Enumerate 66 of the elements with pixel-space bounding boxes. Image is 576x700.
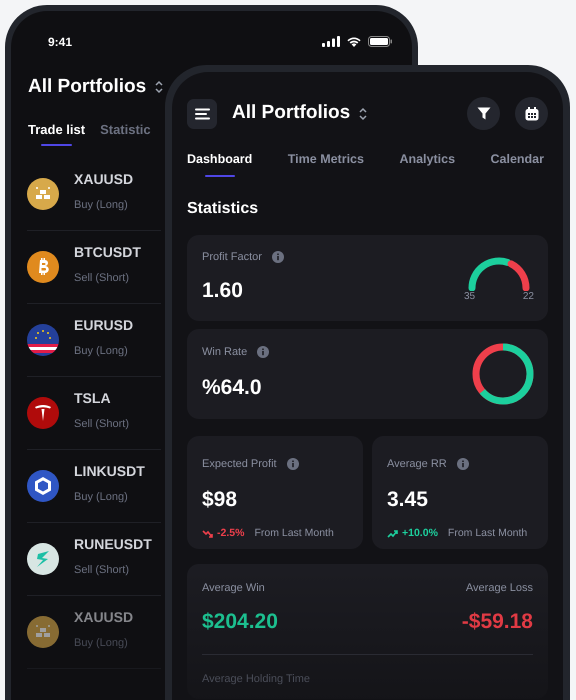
t-logo-icon (27, 397, 59, 429)
tab[interactable]: Statistic (100, 120, 151, 146)
tab[interactable]: Analytics (399, 150, 456, 177)
change-note: From Last Month (254, 526, 334, 541)
portfolio-title[interactable]: All Portfolios (232, 99, 350, 128)
trade-symbol: XAUUSD (74, 608, 134, 627)
coin-icon (27, 251, 59, 283)
change-value: -2.5% (217, 526, 244, 541)
stat-value: %64.0 (202, 375, 263, 402)
trade-side: Sell (Short) (74, 562, 130, 578)
ingot-stack-icon (27, 178, 59, 210)
tab[interactable]: Time Metrics (288, 150, 364, 177)
ingot-stack-icon (27, 616, 59, 648)
filter-icon[interactable] (476, 107, 490, 120)
flag-icon (27, 324, 59, 356)
tab[interactable]: Trade list (28, 120, 86, 146)
trade-symbol: XAUUSD (74, 170, 134, 189)
sort-chevron-icon[interactable] (358, 106, 368, 120)
trade-symbol: TSLA (74, 388, 112, 408)
gauge-label: 35 (464, 290, 476, 304)
stat-value: 3.45 (387, 487, 429, 514)
filter-button[interactable] (467, 97, 500, 130)
stat-label: Expected Profit (202, 456, 277, 472)
stat-value: $98 (202, 487, 238, 514)
info-icon (272, 251, 284, 263)
trade-side: Buy (Long) (74, 636, 129, 651)
stat-label: Average Holding Time (202, 672, 312, 687)
trade-symbol: RUNEUSDT (74, 534, 152, 554)
menu-button[interactable] (187, 98, 217, 128)
portfolio-title[interactable]: All Portfolios (28, 73, 146, 102)
signal-icon (322, 36, 340, 47)
stat-value: $204.20 (202, 609, 278, 636)
section-title: Statistics (187, 198, 260, 219)
trade-side: Sell (Short) (74, 270, 130, 286)
stat-value: -$59.18 (462, 609, 533, 636)
trend-up-icon (387, 528, 398, 539)
stat-label: Profit Factor (202, 250, 262, 265)
trend-down-icon (202, 528, 213, 539)
tab[interactable]: Calendar (490, 150, 544, 177)
trade-symbol: BTCUSDT (74, 242, 141, 262)
info-icon (456, 458, 469, 470)
info-icon (286, 458, 299, 470)
trade-symbol: EURUSD (74, 316, 134, 335)
status-time: 9:41 (48, 34, 72, 50)
trade-symbol: LINKUSDT (74, 462, 145, 481)
stat-value: 1.60 (202, 278, 244, 304)
gauge-label: 22 (522, 290, 534, 304)
trade-side: Sell (Short) (74, 416, 130, 432)
calendar-icon[interactable] (524, 106, 538, 120)
menu-icon[interactable] (194, 108, 210, 120)
tab[interactable]: Dashboard (187, 150, 252, 177)
sort-chevron-icon[interactable] (154, 80, 164, 94)
calendar-button[interactable] (515, 97, 548, 130)
stat-label: Average RR (387, 456, 447, 472)
trade-side: Buy (Long) (74, 198, 129, 213)
battery-icon (368, 36, 392, 47)
change-value: +10.0% (402, 526, 438, 541)
stat-label: Win Rate (202, 344, 248, 360)
trade-side: Buy (Long) (74, 344, 129, 359)
lightning-icon (27, 543, 59, 575)
stat-label: Average Loss (466, 580, 533, 596)
trade-side: Buy (Long) (74, 490, 129, 505)
stat-label: Average Win (202, 580, 266, 596)
change-note: From Last Month (448, 526, 528, 541)
info-icon (257, 346, 270, 358)
wifi-icon (346, 36, 362, 47)
